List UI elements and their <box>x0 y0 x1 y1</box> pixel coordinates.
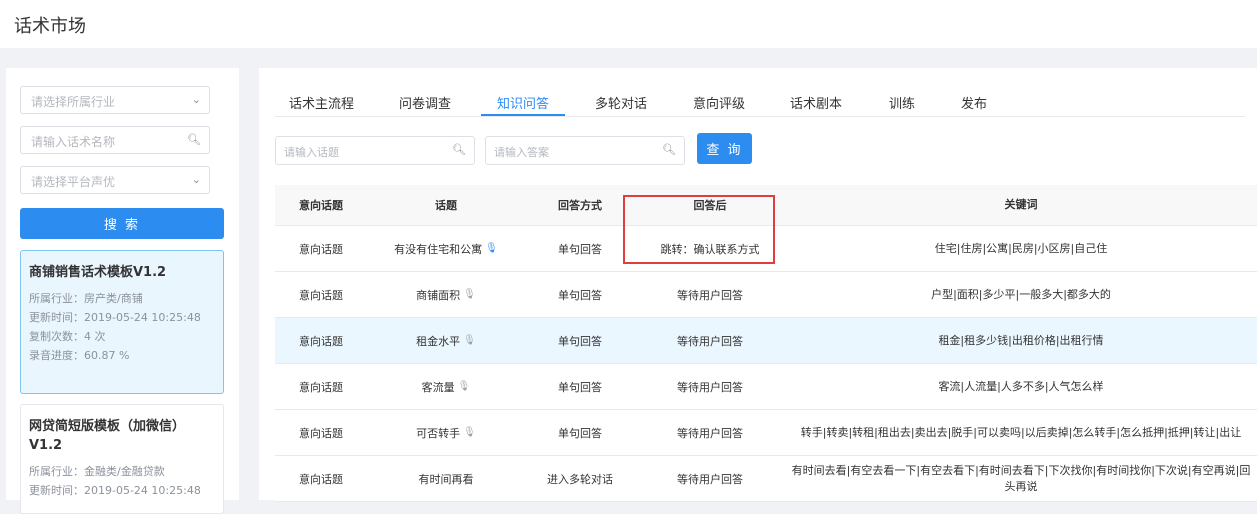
top-bar: 话术市场 <box>0 0 1257 48</box>
cell-after-answer: 等待用户回答 <box>677 380 743 394</box>
keywords-text: 住宅|住房|公寓|民房|小区房|自己住 <box>934 241 1108 255</box>
keywords-text: 有时间去看|有空去看一下|有空去看下|有时间去看下|下次找你|有时间找你|下次说… <box>791 463 1251 493</box>
topic-text: 客流量 <box>421 380 455 394</box>
cell-intent-topic: 意向话题 <box>299 334 343 348</box>
template-card-copies: 复制次数：4 次 <box>29 330 106 343</box>
topic-text: 有时间再看 <box>418 472 474 486</box>
template-card-industry: 所属行业：房产类/商铺 <box>29 292 143 305</box>
search-icon: 🔍︎ <box>662 143 676 156</box>
voice-select-placeholder: 请选择平台声优 <box>31 175 116 189</box>
cell-keywords: 有时间去看|有空去看一下|有空去看下|有时间去看下|下次找你|有时间找你|下次说… <box>785 456 1257 501</box>
topic-search-placeholder: 请输入话题 <box>284 146 339 159</box>
tab-main-flow[interactable]: 话术主流程 <box>289 93 354 112</box>
cell-intent-topic: 意向话题 <box>299 288 343 302</box>
tab-survey[interactable]: 问卷调查 <box>399 93 451 112</box>
topic-text: 商铺面积 <box>416 288 461 302</box>
header-keywords: 关键词 <box>1004 198 1038 211</box>
header-topic: 话题 <box>435 199 457 212</box>
cell-intent-topic: 意向话题 <box>299 426 343 440</box>
cell-keywords: 租金|租多少钱|出租价格|出租行情 <box>785 318 1257 363</box>
table-row[interactable]: 意向话题 有时间再看 进入多轮对话 等待用户回答 有时间去看|有空去看一下|有空… <box>275 456 1257 502</box>
left-panel: 请选择所属行业 ⌄ 请输入话术名称 🔍︎ 请选择平台声优 ⌄ 搜 索 商铺销售话… <box>6 68 239 514</box>
script-name-placeholder: 请输入话术名称 <box>31 135 116 149</box>
table-row[interactable]: 意向话题 客流量 🎙︎ 单句回答 等待用户回答 客流|人流量|人多不多|人气怎么样 <box>275 364 1257 410</box>
industry-select[interactable]: 请选择所属行业 ⌄ <box>20 86 210 114</box>
cell-keywords: 转手|转卖|转租|租出去|卖出去|脱手|可以卖吗|以后卖掉|怎么转手|怎么抵押|… <box>785 410 1257 455</box>
script-name-input[interactable]: 请输入话术名称 🔍︎ <box>20 126 210 154</box>
cell-intent-topic: 意向话题 <box>299 380 343 394</box>
header-intent-topic: 意向话题 <box>299 199 343 212</box>
search-icon: 🔍︎ <box>187 133 201 146</box>
template-card-industry: 所属行业：金融类/金融贷款 <box>29 465 165 478</box>
tab-training[interactable]: 训练 <box>889 93 915 112</box>
topic-text: 租金水平 <box>416 334 461 348</box>
table-row[interactable]: 意向话题 商铺面积 🎙︎ 单句回答 等待用户回答 户型|面积|多少平|一般多大|都… <box>275 272 1257 318</box>
cell-after-answer: 等待用户回答 <box>677 426 743 440</box>
tab-publish[interactable]: 发布 <box>961 93 987 112</box>
keywords-text: 户型|面积|多少平|一般多大|都多大的 <box>931 287 1111 301</box>
cell-topic: 客流量 🎙︎ <box>367 364 525 409</box>
highlight-annotation-box <box>623 195 775 264</box>
search-button[interactable]: 搜 索 <box>20 208 224 239</box>
tab-intent-rating[interactable]: 意向评级 <box>693 93 745 112</box>
tab-divider <box>275 116 1245 117</box>
microphone-icon[interactable]: 🎙︎ <box>485 243 498 254</box>
page-title: 话术市场 <box>14 16 86 37</box>
cell-after-answer: 等待用户回答 <box>677 472 743 486</box>
cell-topic: 有时间再看 <box>367 456 525 501</box>
table-row[interactable]: 意向话题 可否转手 🎙︎ 单句回答 等待用户回答 转手|转卖|转租|租出去|卖出去… <box>275 410 1257 456</box>
keywords-text: 租金|租多少钱|出租价格|出租行情 <box>938 333 1104 347</box>
cell-topic: 商铺面积 🎙︎ <box>367 272 525 317</box>
cell-topic: 有没有住宅和公寓 🎙︎ <box>367 226 525 271</box>
query-button[interactable]: 查 询 <box>697 133 752 164</box>
cell-keywords: 户型|面积|多少平|一般多大|都多大的 <box>785 272 1257 317</box>
microphone-icon[interactable]: 🎙︎ <box>458 381 471 392</box>
answer-search-placeholder: 请输入答案 <box>494 146 549 159</box>
template-card[interactable]: 网贷简短版模板（加微信）V1.2 所属行业：金融类/金融贷款 更新时间：2019… <box>20 404 224 514</box>
header-answer-mode: 回答方式 <box>558 199 602 212</box>
chevron-down-icon: ⌄ <box>191 173 201 186</box>
microphone-icon[interactable]: 🎙︎ <box>463 427 476 438</box>
cell-intent-topic: 意向话题 <box>299 472 343 486</box>
microphone-icon[interactable]: 🎙︎ <box>463 335 476 346</box>
template-card-updated: 更新时间：2019-05-24 10:25:48 <box>29 484 201 497</box>
topic-search-input[interactable]: 请输入话题 🔍︎ <box>275 136 475 165</box>
cell-keywords: 住宅|住房|公寓|民房|小区房|自己住 <box>785 226 1257 271</box>
industry-select-placeholder: 请选择所属行业 <box>31 95 116 109</box>
topic-text: 可否转手 <box>416 426 461 440</box>
cell-answer-mode: 单句回答 <box>558 288 602 302</box>
topic-text: 有没有住宅和公寓 <box>394 242 483 256</box>
cell-answer-mode: 单句回答 <box>558 334 602 348</box>
cell-intent-topic: 意向话题 <box>299 242 343 256</box>
template-card-active[interactable]: 商铺销售话术模板V1.2 所属行业：房产类/商铺 更新时间：2019-05-24… <box>20 250 224 394</box>
cell-topic: 租金水平 🎙︎ <box>367 318 525 363</box>
chevron-down-icon: ⌄ <box>191 93 201 106</box>
cell-answer-mode: 单句回答 <box>558 242 602 256</box>
right-panel: 话术主流程 问卷调查 知识问答 多轮对话 意向评级 话术剧本 训练 发布 请输入… <box>259 68 1257 502</box>
keywords-text: 转手|转卖|转租|租出去|卖出去|脱手|可以卖吗|以后卖掉|怎么转手|怎么抵押|… <box>800 425 1242 439</box>
template-card-updated: 更新时间：2019-05-24 10:25:48 <box>29 311 201 324</box>
search-icon: 🔍︎ <box>452 143 466 156</box>
cell-after-answer: 等待用户回答 <box>677 288 743 302</box>
cell-answer-mode: 单句回答 <box>558 426 602 440</box>
cell-topic: 可否转手 🎙︎ <box>367 410 525 455</box>
answer-search-input[interactable]: 请输入答案 🔍︎ <box>485 136 685 165</box>
cell-answer-mode: 单句回答 <box>558 380 602 394</box>
template-card-progress: 录音进度：60.87 % <box>29 349 130 362</box>
tab-knowledge-qa[interactable]: 知识问答 <box>497 93 549 112</box>
template-card-title: 网贷简短版模板（加微信）V1.2 <box>29 419 186 453</box>
cell-answer-mode: 进入多轮对话 <box>547 472 613 486</box>
tab-script[interactable]: 话术剧本 <box>790 93 842 112</box>
voice-select[interactable]: 请选择平台声优 ⌄ <box>20 166 210 194</box>
template-card-title: 商铺销售话术模板V1.2 <box>29 265 167 280</box>
cell-keywords: 客流|人流量|人多不多|人气怎么样 <box>785 364 1257 409</box>
tab-multi-turn[interactable]: 多轮对话 <box>595 93 647 112</box>
cell-after-answer: 等待用户回答 <box>677 334 743 348</box>
keywords-text: 客流|人流量|人多不多|人气怎么样 <box>938 379 1104 393</box>
microphone-icon[interactable]: 🎙︎ <box>463 289 476 300</box>
table-row-hovered[interactable]: 意向话题 租金水平 🎙︎ 单句回答 等待用户回答 租金|租多少钱|出租价格|出租行… <box>275 318 1257 364</box>
